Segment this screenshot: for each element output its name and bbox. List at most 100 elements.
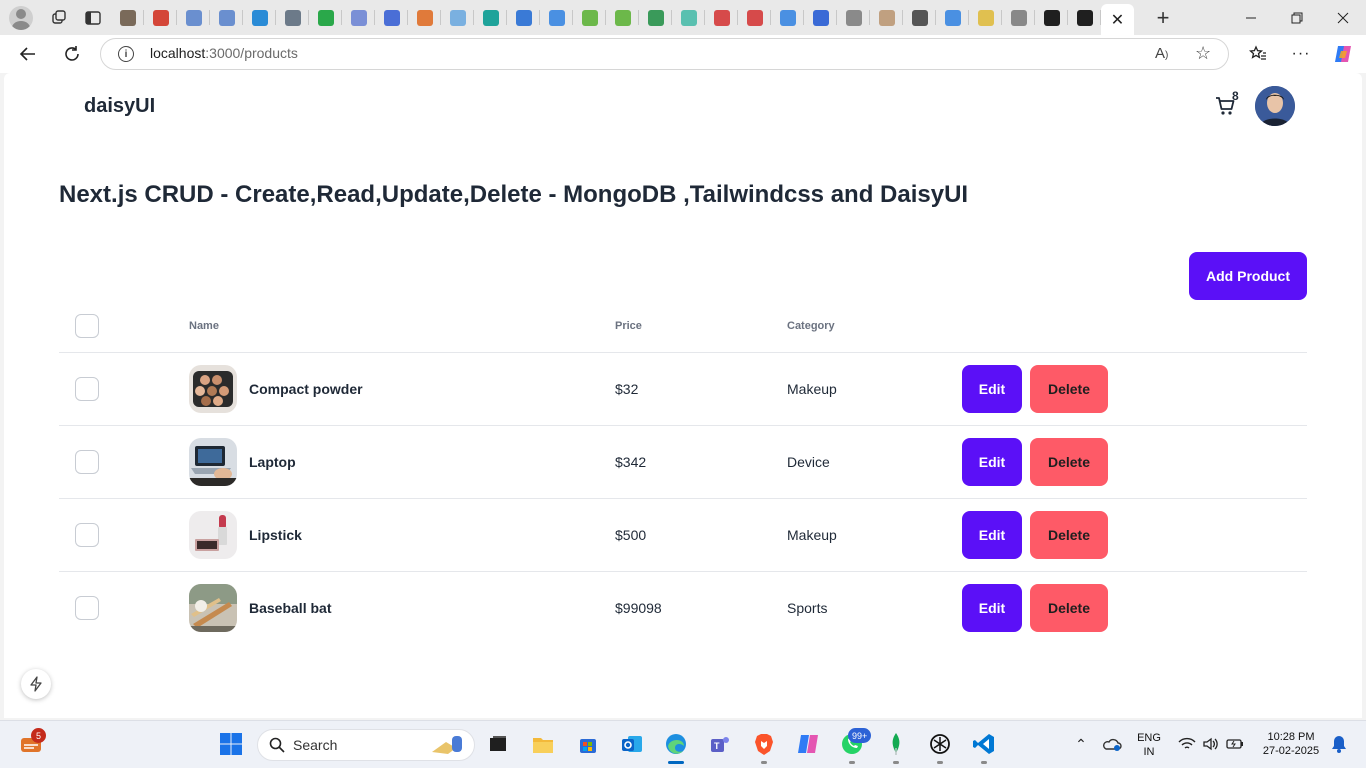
browser-tab[interactable] [969,0,1002,35]
profile-icon[interactable] [9,5,33,30]
copilot-icon[interactable] [1328,39,1358,69]
battery-icon[interactable] [1220,729,1250,759]
browser-tab[interactable] [177,0,210,35]
delete-button[interactable]: Delete [1030,438,1108,486]
browser-tab[interactable] [144,0,177,35]
row-checkbox[interactable] [75,596,99,620]
url-path: :3000/products [205,45,298,61]
teams-icon[interactable]: T [705,729,735,759]
vscode-icon[interactable] [969,729,999,759]
edit-button[interactable]: Edit [962,584,1022,632]
search-icon [269,737,285,753]
new-tab-button[interactable]: + [1148,3,1178,33]
info-icon[interactable]: i [118,46,134,62]
edit-button[interactable]: Edit [962,511,1022,559]
browser-tab[interactable] [936,0,969,35]
browser-tab[interactable] [1035,0,1068,35]
address-bar[interactable]: i localhost:3000/products A) ☆ [100,38,1229,70]
outlook-icon[interactable] [617,729,647,759]
row-checkbox[interactable] [75,377,99,401]
product-name: Laptop [249,454,296,470]
browser-tab[interactable] [672,0,705,35]
row-checkbox[interactable] [75,450,99,474]
more-menu-icon[interactable]: ··· [1286,39,1316,69]
workspaces-icon[interactable] [47,6,71,30]
edge-icon[interactable] [661,729,691,759]
start-icon[interactable] [216,729,246,759]
browser-tab[interactable] [111,0,144,35]
chat-icon [119,9,136,26]
add-product-button[interactable]: Add Product [1189,252,1307,300]
close-icon[interactable]: ✕ [1111,10,1124,30]
pdf-icon [746,9,763,26]
delete-button[interactable]: Delete [1030,365,1108,413]
favorites-icon[interactable] [1243,39,1273,69]
clock[interactable]: 10:28 PM 27-02-2025 [1256,730,1326,758]
browser-tab[interactable] [837,0,870,35]
mongodb-icon[interactable] [881,729,911,759]
browser-tab[interactable] [573,0,606,35]
app-icon [1076,9,1093,26]
browser-tab[interactable] [342,0,375,35]
taskbar-search[interactable]: Search [257,729,475,761]
favorite-star-icon[interactable]: ☆ [1195,43,1211,64]
browser-tab[interactable] [309,0,342,35]
user-avatar[interactable] [1255,86,1295,126]
chatgpt-icon[interactable] [925,729,955,759]
browser-tab[interactable] [606,0,639,35]
tray-overflow-chevron-icon[interactable]: ⌃ [1066,729,1096,759]
minimize-button[interactable] [1228,0,1274,35]
browser-tab[interactable] [870,0,903,35]
delete-button[interactable]: Delete [1030,511,1108,559]
target-icon [911,9,928,26]
file-explorer-icon[interactable] [528,729,558,759]
browser-tab[interactable] [738,0,771,35]
globe-icon [812,9,829,26]
browser-tab[interactable] [276,0,309,35]
row-checkbox[interactable] [75,523,99,547]
widgets-badge: 5 [31,728,46,743]
search-icon [944,9,961,26]
browser-tab[interactable] [474,0,507,35]
brand-logo[interactable]: daisyUI [84,95,155,118]
browser-tab[interactable] [1068,0,1101,35]
browser-tab[interactable] [507,0,540,35]
sf-icon [251,9,268,26]
read-aloud-icon[interactable]: A) [1155,45,1168,62]
browser-tab[interactable] [243,0,276,35]
task-view-icon[interactable] [483,729,513,759]
browser-tab[interactable] [540,0,573,35]
refresh-button[interactable] [57,39,87,69]
browser-tab[interactable] [804,0,837,35]
delete-button[interactable]: Delete [1030,584,1108,632]
select-all-checkbox[interactable] [75,314,99,338]
svg-text:T: T [714,741,720,751]
product-price: $500 [615,527,647,543]
brave-icon[interactable] [749,729,779,759]
browser-tab[interactable] [441,0,474,35]
browser-tab[interactable] [1002,0,1035,35]
browser-tab[interactable] [639,0,672,35]
back-button[interactable] [13,39,43,69]
tab-actions-icon[interactable] [81,6,105,30]
browser-tab[interactable] [375,0,408,35]
onedrive-icon[interactable] [1097,729,1127,759]
browser-tab[interactable] [210,0,243,35]
store-icon[interactable] [573,729,603,759]
table-header: Name Price Category [59,302,1307,353]
restore-button[interactable] [1274,0,1320,35]
edit-button[interactable]: Edit [962,438,1022,486]
nextjs-dev-indicator[interactable] [21,669,51,699]
tab-active-localhost[interactable]: ✕ [1101,4,1134,35]
browser-tab[interactable] [903,0,936,35]
browser-tab[interactable] [771,0,804,35]
language-indicator[interactable]: ENG IN [1134,731,1164,759]
browser-tab[interactable] [705,0,738,35]
notifications-bell-icon[interactable] [1324,729,1354,759]
github-icon [1043,9,1060,26]
page-viewport: daisyUI 8 Next.js CRUD - Create,Read,Upd… [4,73,1362,718]
close-window-button[interactable] [1320,0,1366,35]
copilot-app-icon[interactable] [793,729,823,759]
browser-tab[interactable] [408,0,441,35]
edit-button[interactable]: Edit [962,365,1022,413]
